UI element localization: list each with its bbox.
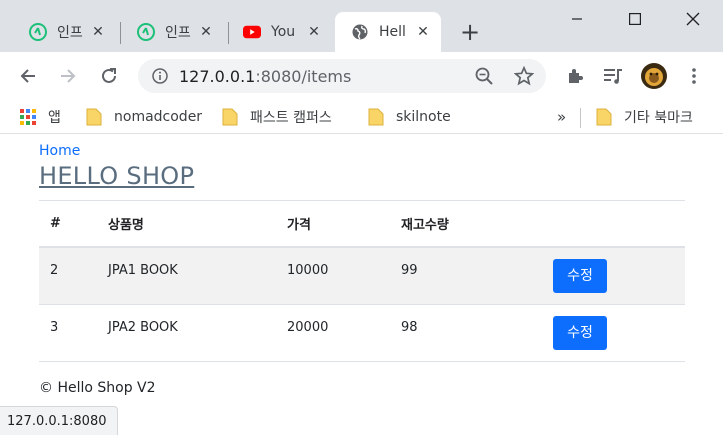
youtube-icon <box>243 23 261 41</box>
item-price: 10000 <box>276 247 390 305</box>
table-row: 3 JPA2 BOOK 20000 98 수정 <box>39 304 685 362</box>
avatar <box>641 63 667 89</box>
bookmark-label: 패스트 캠퍼스 <box>250 110 332 126</box>
tab-title: 인프 <box>57 25 83 41</box>
extensions-button[interactable] <box>561 62 589 90</box>
tab-divider <box>120 22 121 44</box>
arrow-right-icon <box>61 69 76 83</box>
overflow-chevron-icon: » <box>557 108 567 126</box>
new-tab-button[interactable]: + <box>458 18 482 46</box>
reload-button[interactable] <box>95 62 123 90</box>
profile-avatar[interactable] <box>640 62 668 90</box>
browser-menu-button[interactable] <box>680 62 708 90</box>
puzzle-icon <box>569 69 583 83</box>
item-stock: 98 <box>390 304 542 362</box>
folder-icon <box>368 108 384 126</box>
zoom-out-icon[interactable] <box>474 66 494 86</box>
address-bar[interactable]: 127.0.0.1:8080/items <box>138 59 546 93</box>
bookmark-label: nomadcoder <box>114 109 203 125</box>
item-name: JPA1 BOOK <box>97 247 276 305</box>
browser-tab-active[interactable]: Hell ✕ <box>335 12 441 52</box>
close-window-button[interactable] <box>668 0 718 38</box>
item-id: 3 <box>39 304 97 362</box>
bookmarks-bar: 앱 nomadcoder 패스트 캠퍼스 skilnote » 기타 북마크 <box>0 100 723 134</box>
item-id: 2 <box>39 247 97 305</box>
page-content: Home HELLO SHOP # 상품명 가격 재고수량 2 JPA1 BOO… <box>0 135 723 435</box>
folder-icon <box>596 108 612 126</box>
item-action-cell: 수정 <box>542 247 685 305</box>
more-vert-icon <box>692 68 696 84</box>
close-icon <box>686 12 700 26</box>
link-status-bubble: 127.0.0.1:8080 <box>0 406 118 435</box>
queue-music-icon <box>604 69 622 84</box>
url-text[interactable]: 127.0.0.1:8080/items <box>179 67 351 86</box>
close-tab-icon[interactable]: ✕ <box>306 24 322 40</box>
bookmark-star-icon[interactable] <box>514 66 534 86</box>
globe-icon <box>351 23 369 41</box>
page-title[interactable]: HELLO SHOP <box>39 162 194 190</box>
arrow-left-icon <box>20 69 35 83</box>
browser-toolbar: 127.0.0.1:8080/items <box>0 52 723 100</box>
column-header-name: 상품명 <box>97 201 276 248</box>
bookmark-other[interactable]: 기타 북마크 <box>596 107 693 127</box>
reload-icon <box>102 68 116 83</box>
close-tab-icon[interactable]: ✕ <box>90 24 106 40</box>
bookmarks-divider <box>580 108 581 128</box>
bookmark-label: skilnote <box>396 109 451 125</box>
tab-divider <box>228 22 229 44</box>
items-table: # 상품명 가격 재고수량 2 JPA1 BOOK 10000 99 수정 3 … <box>39 201 685 362</box>
tab-title: 인프 <box>165 25 191 41</box>
media-control-button[interactable] <box>599 62 627 90</box>
edit-item-button[interactable]: 수정 <box>553 258 607 293</box>
forward-button[interactable] <box>54 62 82 90</box>
maximize-icon <box>629 13 641 25</box>
column-header-stock: 재고수량 <box>390 201 542 248</box>
maximize-button[interactable] <box>610 0 660 38</box>
tab-title: Hell <box>379 24 406 40</box>
page-footer: © Hello Shop V2 <box>39 380 156 396</box>
apps-grid-icon <box>20 108 36 126</box>
breadcrumb-home-link[interactable]: Home <box>39 143 80 159</box>
url-host: 127.0.0.1 <box>179 67 256 86</box>
table-header-row: # 상품명 가격 재고수량 <box>39 201 685 248</box>
info-icon[interactable] <box>150 66 170 86</box>
folder-icon <box>222 108 238 126</box>
bookmark-label: 기타 북마크 <box>624 110 693 126</box>
url-path: :8080/items <box>255 67 352 86</box>
column-header-id: # <box>39 201 97 248</box>
bookmark-skilnote[interactable]: skilnote <box>368 107 451 127</box>
close-tab-icon[interactable]: ✕ <box>415 24 431 40</box>
table-row: 2 JPA1 BOOK 10000 99 수정 <box>39 247 685 305</box>
browser-tab[interactable]: 인프 ✕ <box>126 12 224 52</box>
folder-icon <box>86 108 102 126</box>
inflearn-icon <box>137 23 155 41</box>
column-header-action <box>542 201 685 248</box>
tab-strip: 인프 ✕ 인프 ✕ You ✕ Hell ✕ + <box>0 0 723 52</box>
item-stock: 99 <box>390 247 542 305</box>
inflearn-icon <box>29 23 47 41</box>
minimize-button[interactable] <box>552 0 602 38</box>
minimize-icon <box>572 18 582 20</box>
browser-tab[interactable]: 인프 ✕ <box>18 12 116 52</box>
bookmarks-overflow-button[interactable]: » <box>557 107 566 127</box>
item-action-cell: 수정 <box>542 304 685 362</box>
close-tab-icon[interactable]: ✕ <box>198 24 214 40</box>
bookmark-nomadcoder[interactable]: nomadcoder <box>86 107 202 127</box>
bookmark-fastcampus[interactable]: 패스트 캠퍼스 <box>222 107 332 127</box>
edit-item-button[interactable]: 수정 <box>553 315 607 350</box>
tab-title: You <box>271 24 296 40</box>
browser-tab[interactable]: You ✕ <box>232 12 332 52</box>
item-price: 20000 <box>276 304 390 362</box>
bookmark-label: 앱 <box>48 110 61 126</box>
bookmark-apps[interactable]: 앱 <box>20 107 61 127</box>
column-header-price: 가격 <box>276 201 390 248</box>
status-url: 127.0.0.1:8080 <box>7 413 107 429</box>
item-name: JPA2 BOOK <box>97 304 276 362</box>
back-button[interactable] <box>14 62 42 90</box>
